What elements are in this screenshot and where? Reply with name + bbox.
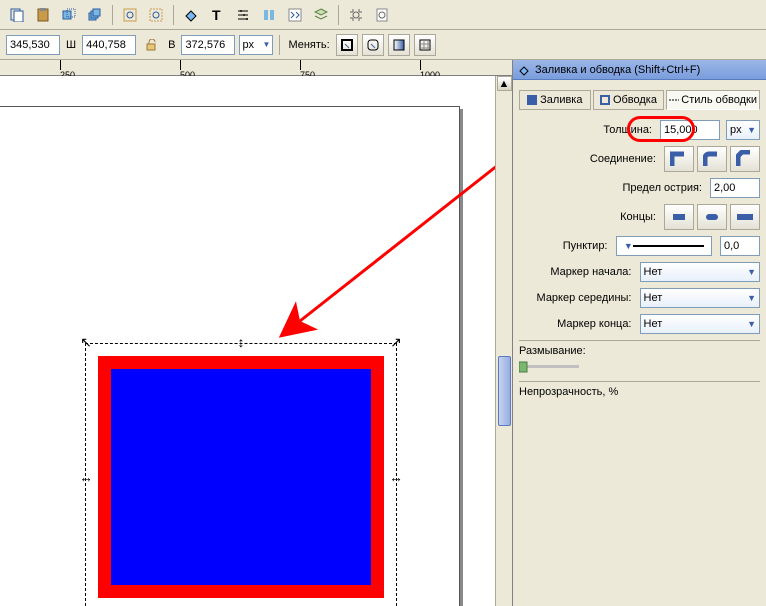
affect-pattern-icon[interactable]: [414, 34, 436, 56]
opacity-label: Непрозрачность, %: [519, 386, 760, 398]
marker-mid-row: Маркер середины: Нет▼: [519, 288, 760, 308]
marker-end-label: Маркер конца:: [519, 318, 634, 330]
cap-row: Концы:: [519, 204, 760, 230]
text-icon[interactable]: T: [206, 4, 228, 26]
join-bevel-icon[interactable]: [730, 146, 760, 172]
selection-marquee: [85, 343, 397, 606]
stroke-width-input[interactable]: [660, 120, 720, 140]
lock-icon[interactable]: [140, 34, 162, 56]
width-input[interactable]: [82, 35, 136, 55]
handle-ne[interactable]: ↗: [388, 334, 404, 350]
canvas[interactable]: ↖ ↕ ↗ ↔ ↔ ↙ ↕ ↘: [0, 76, 496, 606]
join-label: Соединение:: [519, 153, 658, 165]
tab-stroke-style[interactable]: Стиль обводки: [666, 90, 760, 110]
prefs-icon[interactable]: [345, 4, 367, 26]
scrollbar-vertical[interactable]: ▲: [495, 76, 512, 606]
marker-start-select[interactable]: Нет▼: [640, 262, 761, 282]
marker-mid-label: Маркер середины:: [519, 292, 634, 304]
stroke-width-row: Толщина: px▼: [519, 120, 760, 140]
marker-end-select[interactable]: Нет▼: [640, 314, 761, 334]
miter-label: Предел острия:: [519, 182, 704, 194]
fill-stroke-icon[interactable]: [180, 4, 202, 26]
toolbar-main: T: [0, 0, 766, 30]
join-row: Соединение:: [519, 146, 760, 172]
height-label: В: [168, 39, 175, 51]
miter-input[interactable]: [710, 178, 760, 198]
dash-row: Пунктир: ▼: [519, 236, 760, 256]
tab-fill[interactable]: Заливка: [519, 90, 591, 110]
scroll-up-button[interactable]: ▲: [497, 76, 512, 91]
canvas-area: 250 500 750 1000 ↖ ↕ ↗ ↔ ↔ ↙ ↕ ↘: [0, 60, 512, 606]
fill-stroke-panel: Заливка и обводка (Shift+Ctrl+F) Заливка…: [512, 60, 766, 606]
handle-e[interactable]: ↔: [388, 469, 404, 485]
panel-tabs: Заливка Обводка Стиль обводки: [519, 90, 760, 110]
stroke-unit-select[interactable]: px▼: [726, 120, 760, 140]
marker-mid-select[interactable]: Нет▼: [640, 288, 761, 308]
unit-select[interactable]: px▼: [239, 35, 273, 55]
blur-label: Размывание:: [519, 345, 760, 357]
marker-end-row: Маркер конца: Нет▼: [519, 314, 760, 334]
affect-stroke-icon[interactable]: [336, 34, 358, 56]
zoom-sel-icon[interactable]: [145, 4, 167, 26]
layers-icon[interactable]: [310, 4, 332, 26]
join-miter-icon[interactable]: [664, 146, 694, 172]
scroll-thumb[interactable]: [498, 356, 511, 426]
hierarchy-icon[interactable]: [232, 4, 254, 26]
toolbar-options: Ш В px▼ Менять:: [0, 30, 766, 60]
panel-title: Заливка и обводка (Shift+Ctrl+F): [513, 60, 766, 80]
cap-round-icon[interactable]: [697, 204, 727, 230]
align-icon[interactable]: [258, 4, 280, 26]
svg-text:T: T: [212, 8, 221, 22]
clone-icon[interactable]: [58, 4, 80, 26]
cap-butt-icon[interactable]: [664, 204, 694, 230]
workspace: 250 500 750 1000 ↖ ↕ ↗ ↔ ↔ ↙ ↕ ↘: [0, 60, 766, 606]
blur-slider[interactable]: [519, 361, 579, 373]
clone-multi-icon[interactable]: [84, 4, 106, 26]
dash-offset-input[interactable]: [720, 236, 760, 256]
zoom-fit-icon[interactable]: [119, 4, 141, 26]
handle-nw[interactable]: ↖: [78, 334, 94, 350]
marker-start-row: Маркер начала: Нет▼: [519, 262, 760, 282]
handle-n[interactable]: ↕: [233, 334, 249, 350]
marker-start-label: Маркер начала:: [519, 266, 634, 278]
cap-square-icon[interactable]: [730, 204, 760, 230]
y-input[interactable]: [6, 35, 60, 55]
transform-label: Менять:: [288, 39, 329, 51]
paste-icon[interactable]: [32, 4, 54, 26]
cap-label: Концы:: [519, 211, 658, 223]
affect-corner-icon[interactable]: [362, 34, 384, 56]
ruler-horizontal: 250 500 750 1000: [0, 60, 512, 76]
join-round-icon[interactable]: [697, 146, 727, 172]
copy-icon[interactable]: [6, 4, 28, 26]
affect-gradient-icon[interactable]: [388, 34, 410, 56]
tab-stroke[interactable]: Обводка: [593, 90, 665, 110]
dash-select[interactable]: ▼: [616, 236, 713, 256]
miter-row: Предел острия:: [519, 178, 760, 198]
handle-w[interactable]: ↔: [78, 469, 94, 485]
doc-prefs-icon[interactable]: [371, 4, 393, 26]
xml-icon[interactable]: [284, 4, 306, 26]
width-label: Ш: [66, 39, 76, 51]
stroke-width-label: Толщина:: [519, 124, 654, 136]
dash-label: Пунктир:: [519, 240, 610, 252]
height-input[interactable]: [181, 35, 235, 55]
